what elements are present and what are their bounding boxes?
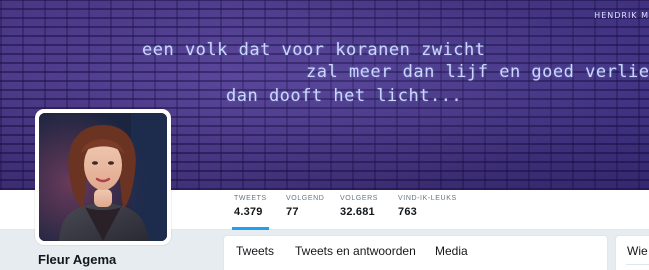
who-to-follow-title: Wie [627, 244, 648, 258]
tab-tweets-and-replies[interactable]: Tweets en antwoorden [295, 244, 416, 258]
stat-likes[interactable]: VIND-IK-LEUKS 763 [396, 194, 459, 230]
stat-followers-value: 32.681 [340, 206, 375, 218]
stat-following[interactable]: VOLGEND 77 [284, 194, 326, 230]
who-to-follow-card: Wie [615, 235, 649, 270]
stat-following-value: 77 [286, 206, 299, 218]
stat-followers-label: VOLGERS [340, 195, 379, 202]
stat-followers[interactable]: VOLGERS 32.681 [338, 194, 380, 230]
banner-poem-line-2: zal meer dan lijf en goed verliezen [306, 62, 649, 82]
stat-tweets-value: 4.379 [234, 206, 263, 218]
banner-poem-author: HENDRIK M [594, 11, 649, 20]
avatar-photo [39, 113, 167, 241]
profile-name[interactable]: Fleur Agema [38, 252, 116, 267]
tab-media[interactable]: Media [435, 244, 468, 258]
tab-tweets[interactable]: Tweets [236, 244, 274, 258]
stat-likes-value: 763 [398, 206, 417, 218]
side-card-divider [626, 264, 649, 265]
banner-poem-line-1: een volk dat voor koranen zwicht [142, 40, 486, 60]
stat-tweets[interactable]: TWEETS 4.379 [232, 194, 269, 230]
avatar-portrait-illustration [39, 113, 167, 241]
stat-likes-label: VIND-IK-LEUKS [398, 195, 457, 202]
stat-tweets-label: TWEETS [234, 195, 267, 202]
banner-poem-line-3: dan dooft het licht... [226, 86, 463, 106]
profile-avatar[interactable] [35, 109, 171, 245]
stat-following-label: VOLGEND [286, 195, 325, 202]
timeline-tabs-card: Tweets Tweets en antwoorden Media [223, 235, 608, 270]
